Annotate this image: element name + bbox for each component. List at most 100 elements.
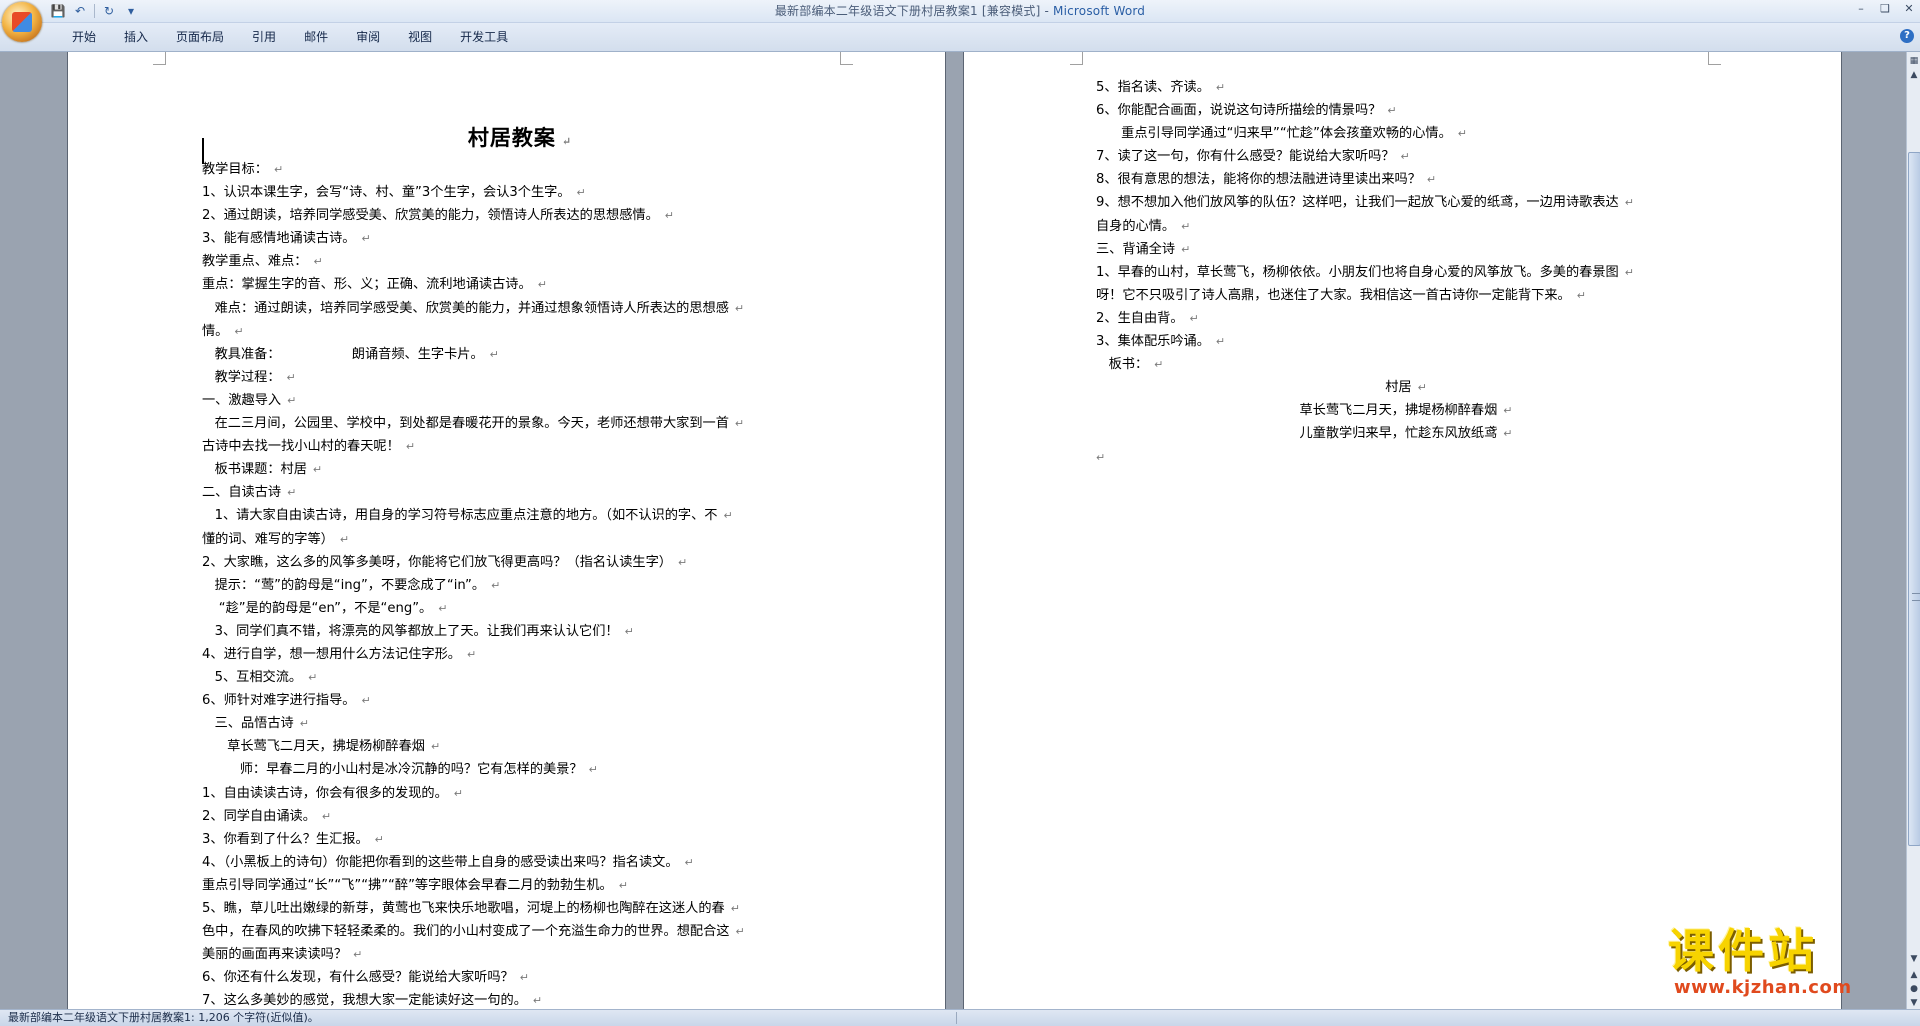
scroll-down-icon[interactable]: ▼ [1907,952,1920,966]
watermark-logo: 课件站 www.kjzhan.com [1668,925,1903,1003]
margin-mark [1070,52,1083,65]
scroll-up-icon[interactable]: ▲ [1907,68,1920,82]
paragraph-line: 8、很有意思的想法，能将你的想法融进诗里读出来吗？ ↵ [1096,172,1437,188]
tab-insert[interactable]: 插入 [110,23,162,51]
paragraph-line: 难点：通过朗读，培养同学感受美、欣赏美的能力，并通过想象领悟诗人所表达的思想感 ↵ [202,300,745,316]
tab-view[interactable]: 视图 [394,23,446,51]
paragraph-line: 4、进行自学，想一想用什么方法记住字形。 ↵ [202,646,477,662]
next-page-icon[interactable]: ▼ [1907,996,1920,1010]
paragraph-mark-icon: ↵ [1576,288,1586,302]
paragraph-line: 2、大家瞧，这么多的风筝多美呀，你能将它们放飞得更高吗？（指名认读生字） ↵ [202,554,688,570]
tab-mailings[interactable]: 邮件 [290,23,342,51]
paragraph-mark-icon: ↵ [273,163,284,176]
help-icon[interactable]: ? [1900,29,1914,43]
status-divider [956,1012,957,1024]
paragraph-line: 三、品悟古诗 ↵ [202,716,309,732]
paragraph-line: 三、背诵全诗 ↵ [1096,241,1191,257]
tab-developer[interactable]: 开发工具 [446,23,522,51]
page-1[interactable]: 村居教案 ↵ 教学目标： ↵ 1、认识本课生字，会写“诗、村、童”3个生字，会认3个生… [68,52,945,1009]
word-count-status[interactable]: 最新部编本二年级语文下册村居教案1: 1,206 个字符(近似值)。 [8,1010,319,1026]
paragraph-line: 教具准备： 朗诵音频、生字卡片。 ↵ [202,346,499,362]
paragraph-mark-icon: ↵ [576,186,586,200]
paragraph-line: 教学目标： ↵ [202,162,284,177]
ribbon: 开始 插入 页面布局 引用 邮件 审阅 视图 开发工具 ? [0,23,1920,52]
paragraph-line: 6、你还有什么发现，有什么感受？能说给大家听吗？ ↵ [202,970,529,986]
paragraph-line: 教学重点、难点： ↵ [202,254,323,270]
watermark-title: 课件站 [1668,924,1818,978]
minimize-icon[interactable]: – [1854,2,1868,15]
paragraph-mark-icon: ↵ [1181,242,1191,256]
paragraph-line: 9、想不想加入他们放风筝的队伍？这样吧，让我们一起放飞心爱的纸鸢，一边用诗歌表达… [1096,195,1634,211]
title-separator: - [1040,4,1054,18]
tab-page-layout[interactable]: 页面布局 [162,23,238,51]
browse-object-icon[interactable]: ● [1907,982,1920,996]
document-name: 最新部编本二年级语文下册村居教案1 [兼容模式] [774,4,1041,18]
paragraph-line: 一、激趣导入 ↵ [202,392,297,408]
paragraph-mark-icon: ↵ [1181,219,1191,233]
undo-icon[interactable]: ↶ [72,3,88,19]
paragraph-mark-icon: ↵ [664,209,674,223]
paragraph-mark-icon: ↵ [1624,196,1634,210]
paragraph-line: 重点引导同学通过“归来早”“忙趁”体会孩童欢畅的心情。 ↵ [1096,126,1468,142]
paragraph-mark-icon: ↵ [1624,265,1634,279]
tab-review[interactable]: 审阅 [342,23,394,51]
document-area[interactable]: 村居教案 ↵ 教学目标： ↵ 1、认识本课生字，会写“诗、村、童”3个生字，会认3个生… [0,52,1906,1009]
previous-page-icon[interactable]: ▲ [1907,968,1920,982]
scroll-thumb[interactable] [1908,152,1920,846]
paragraph-line: 1、认识本课生字，会写“诗、村、童”3个生字，会认3个生字。 ↵ [202,185,586,201]
paragraph-line: 7、这么多美妙的感觉，我想大家一定能读好这一句的。 ↵ [202,993,543,1009]
view-ruler-icon[interactable]: ▦ [1907,54,1920,68]
paragraph-line: 4、（小黑板上的诗句）你能把你看到的这些带上自身的感受读出来吗？指名读文。 ↵ [202,854,694,870]
restore-icon[interactable]: ❑ [1878,2,1892,15]
paragraph-mark-icon: ↵ [405,440,416,454]
watermark-url: www.kjzhan.com [1674,977,1852,998]
paragraph-line: 3、集体配乐吟诵。 ↵ [1096,334,1226,350]
empty-paragraph: ↵ [1096,450,1106,464]
paragraph-mark-icon: ↵ [1215,335,1226,349]
paragraph-mark-icon: ↵ [519,971,529,985]
paragraph-line: 提示：“莺”的韵母是“ing”，不要念成了“in”。 ↵ [202,577,501,593]
customize-icon[interactable]: ▾ [123,3,139,19]
paragraph-mark-icon: ↵ [1154,358,1164,372]
paragraph-mark-icon: ↵ [1189,311,1199,325]
paragraph-mark-icon: ↵ [374,832,384,846]
paragraph-line: 美丽的画面再来读读吗？ ↵ [202,947,363,963]
paragraph-line: 草长莺飞二月天，拂堤杨柳醉春烟 ↵ [202,739,441,755]
grip-icon [1912,593,1920,601]
paragraph-mark-icon: ↵ [734,417,745,431]
paragraph-mark-icon: ↵ [1457,127,1468,141]
toolbar-divider [94,4,95,18]
paragraph-line: 6、师针对难字进行指导。 ↵ [202,693,371,709]
quick-access-toolbar: 💾 ↶ ↻ ▾ [50,2,139,20]
paragraph-mark-icon: ↵ [1215,81,1226,94]
paragraph-mark-icon: ↵ [734,301,745,315]
status-bar: 最新部编本二年级语文下册村居教案1: 1,206 个字符(近似值)。 [0,1009,1920,1026]
paragraph-line: 情。 ↵ [202,323,244,339]
paragraph-mark-icon: ↵ [730,902,740,915]
redo-icon[interactable]: ↻ [101,3,117,19]
page-1-content[interactable]: 村居教案 ↵ 教学目标： ↵ 1、认识本课生字，会写“诗、村、童”3个生字，会认3个生… [202,122,842,1009]
tab-home[interactable]: 开始 [58,23,110,51]
paragraph-mark-icon: ↵ [234,324,244,338]
office-button[interactable] [2,2,42,42]
paragraph-mark-icon: ↵ [361,232,371,246]
paragraph-mark-icon: ↵ [353,948,363,962]
paragraph-line: 2、生自由背。 ↵ [1096,310,1199,326]
paragraph-mark-icon: ↵ [287,393,297,407]
paragraph-mark-icon: ↵ [339,532,350,546]
ribbon-tabs: 开始 插入 页面布局 引用 邮件 审阅 视图 开发工具 [58,23,522,51]
paragraph-line: 3、你看到了什么？生汇报。 ↵ [202,831,384,847]
paragraph-mark-icon: ↵ [1426,173,1437,187]
paragraph-line: 在二三月间，公园里、学校中，到处都是春暖花开的景象。今天，老师还想带大家到一首 ↵ [202,416,745,432]
paragraph-line: 5、互相交流。 ↵ [202,670,318,686]
paragraph-mark-icon: ↵ [321,809,332,823]
close-icon[interactable]: ✕ [1902,2,1916,15]
page-2-content[interactable]: 5、指名读、齐读。 ↵ 6、你能配合画面，说说这句诗所描绘的情景吗？ ↵ 重点引导同学… [1096,76,1716,469]
save-icon[interactable]: 💾 [50,3,66,19]
paragraph-mark-icon: ↵ [438,601,448,615]
paragraph-line: 7、读了这一句，你有什么感受？能说给大家听吗？ ↵ [1096,149,1410,165]
vertical-scrollbar[interactable]: ▦ ▲ ▼ ▲ ● ▼ [1906,52,1920,1009]
page-2[interactable]: 5、指名读、齐读。 ↵ 6、你能配合画面，说说这句诗所描绘的情景吗？ ↵ 重点引导同学… [964,52,1841,1009]
title-bar: 最新部编本二年级语文下册村居教案1 [兼容模式] - Microsoft Wor… [0,0,1920,23]
tab-references[interactable]: 引用 [238,23,290,51]
